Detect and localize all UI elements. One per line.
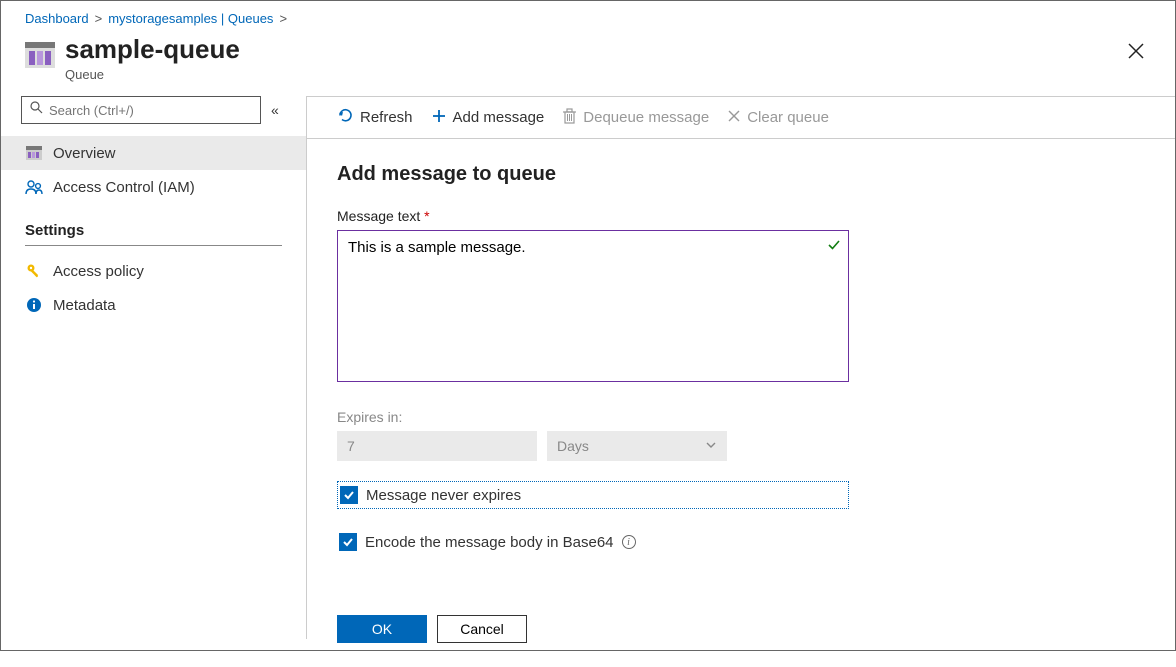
breadcrumb: Dashboard > mystoragesamples | Queues > bbox=[1, 1, 1175, 32]
expires-unit-select: Days bbox=[547, 431, 727, 461]
button-label: Dequeue message bbox=[583, 109, 709, 126]
breadcrumb-dashboard[interactable]: Dashboard bbox=[25, 11, 89, 26]
key-icon bbox=[25, 262, 43, 280]
sidebar-item-access-policy[interactable]: Access policy bbox=[1, 254, 306, 288]
trash-icon bbox=[562, 108, 577, 128]
chevron-right-icon: > bbox=[95, 11, 103, 26]
sidebar-item-label: Overview bbox=[53, 145, 116, 162]
button-label: Refresh bbox=[360, 109, 413, 126]
sidebar-item-metadata[interactable]: Metadata bbox=[1, 288, 306, 322]
message-text-input[interactable] bbox=[337, 230, 849, 382]
clear-queue-button: Clear queue bbox=[727, 109, 829, 127]
queue-resource-icon bbox=[25, 42, 55, 68]
page-subtitle: Queue bbox=[65, 67, 240, 82]
close-button[interactable] bbox=[1127, 42, 1145, 65]
form-title: Add message to queue bbox=[337, 163, 1145, 186]
checkbox-label: Encode the message body in Base64 bbox=[365, 534, 614, 551]
checkbox-label: Message never expires bbox=[366, 487, 521, 504]
breadcrumb-storage-queues[interactable]: mystoragesamples | Queues bbox=[108, 11, 273, 26]
message-text-label: Message text * bbox=[337, 208, 1145, 224]
select-value: Days bbox=[557, 438, 589, 454]
never-expires-checkbox[interactable] bbox=[340, 486, 358, 504]
search-field[interactable] bbox=[49, 103, 252, 118]
sidebar-item-label: Access policy bbox=[53, 263, 144, 280]
refresh-button[interactable]: Refresh bbox=[337, 107, 413, 128]
section-header-settings: Settings bbox=[1, 204, 306, 245]
encode-base64-row[interactable]: Encode the message body in Base64 i bbox=[337, 529, 849, 555]
dequeue-button: Dequeue message bbox=[562, 108, 709, 128]
toolbar: Refresh Add message Dequeue message Clea… bbox=[307, 97, 1175, 138]
page-header: sample-queue Queue bbox=[1, 32, 1175, 96]
button-label: Clear queue bbox=[747, 109, 829, 126]
refresh-icon bbox=[337, 107, 354, 128]
overview-icon bbox=[25, 144, 43, 162]
sidebar-item-iam[interactable]: Access Control (IAM) bbox=[1, 170, 306, 204]
encode-base64-checkbox[interactable] bbox=[339, 533, 357, 551]
add-message-form: Add message to queue Message text * Expi… bbox=[307, 139, 1175, 667]
divider bbox=[25, 245, 282, 246]
sidebar-item-label: Metadata bbox=[53, 297, 116, 314]
page-title: sample-queue bbox=[65, 34, 240, 65]
required-indicator: * bbox=[424, 208, 429, 224]
chevron-right-icon: > bbox=[279, 11, 287, 26]
sidebar-item-label: Access Control (IAM) bbox=[53, 179, 195, 196]
checkmark-icon bbox=[827, 238, 841, 257]
add-message-button[interactable]: Add message bbox=[431, 108, 545, 128]
cancel-button[interactable]: Cancel bbox=[437, 615, 527, 643]
close-icon bbox=[727, 109, 741, 127]
info-icon bbox=[25, 296, 43, 314]
expires-in-label: Expires in: bbox=[337, 409, 1145, 425]
main-panel: Refresh Add message Dequeue message Clea… bbox=[306, 96, 1175, 639]
button-label: Add message bbox=[453, 109, 545, 126]
people-icon bbox=[25, 178, 43, 196]
ok-button[interactable]: OK bbox=[337, 615, 427, 643]
expires-value-input bbox=[337, 431, 537, 461]
info-tooltip-icon[interactable]: i bbox=[622, 535, 636, 549]
never-expires-row[interactable]: Message never expires bbox=[337, 481, 849, 509]
search-input[interactable] bbox=[21, 96, 261, 124]
sidebar: « Overview Access Control (IAM) Settings… bbox=[1, 96, 306, 639]
chevron-down-icon bbox=[705, 438, 717, 454]
plus-icon bbox=[431, 108, 447, 128]
sidebar-item-overview[interactable]: Overview bbox=[1, 136, 306, 170]
collapse-sidebar-button[interactable]: « bbox=[271, 102, 279, 118]
search-icon bbox=[30, 101, 43, 119]
